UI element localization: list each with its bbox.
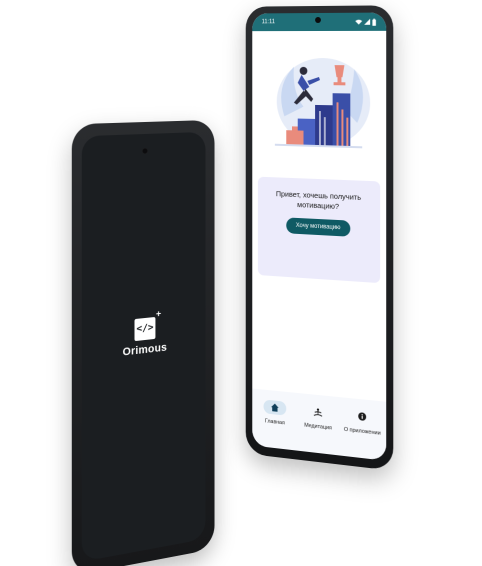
logo-glyph: </> [136,322,154,335]
signal-icon [364,18,371,25]
front-camera [142,147,148,155]
code-logo-icon: </> + [134,309,161,342]
nav-item-about[interactable]: О приложении [342,407,382,437]
app-name: Orimous [122,341,167,359]
bottom-nav: Главная Медитация О приложении [252,388,387,461]
app-screen: 11:11 Привет, хочешь получить мотивацию?… [252,12,387,461]
front-camera [315,16,321,24]
splash-phone: </> + Orimous [71,119,215,566]
motivation-illustration [274,57,371,149]
wifi-icon [355,19,363,25]
nav-label-home: Главная [264,418,285,427]
motivation-card: Привет, хочешь получить мотивацию? Хочу … [257,176,381,284]
info-icon [350,408,374,425]
sparkle-icon: + [155,309,162,320]
status-time: 11:11 [261,19,275,26]
splash-screen: </> + Orimous [81,131,206,562]
nav-item-meditation[interactable]: Медитация [299,403,338,432]
home-icon [263,399,287,416]
get-motivation-button[interactable]: Хочу мотивацию [286,217,351,237]
motivation-prompt: Привет, хочешь получить мотивацию? [275,189,362,211]
nav-label-meditation: Медитация [304,422,332,432]
nav-label-about: О приложении [343,426,381,437]
app-phone: 11:11 Привет, хочешь получить мотивацию?… [245,5,394,471]
battery-icon [372,18,376,26]
nav-item-home[interactable]: Главная [256,399,294,428]
showcase-stage: </> + Orimous 11:11 Привет, хочешь получ… [0,0,482,566]
status-icons [355,18,376,26]
meditation-icon [306,404,329,420]
splash-logo: </> + Orimous [82,309,206,363]
